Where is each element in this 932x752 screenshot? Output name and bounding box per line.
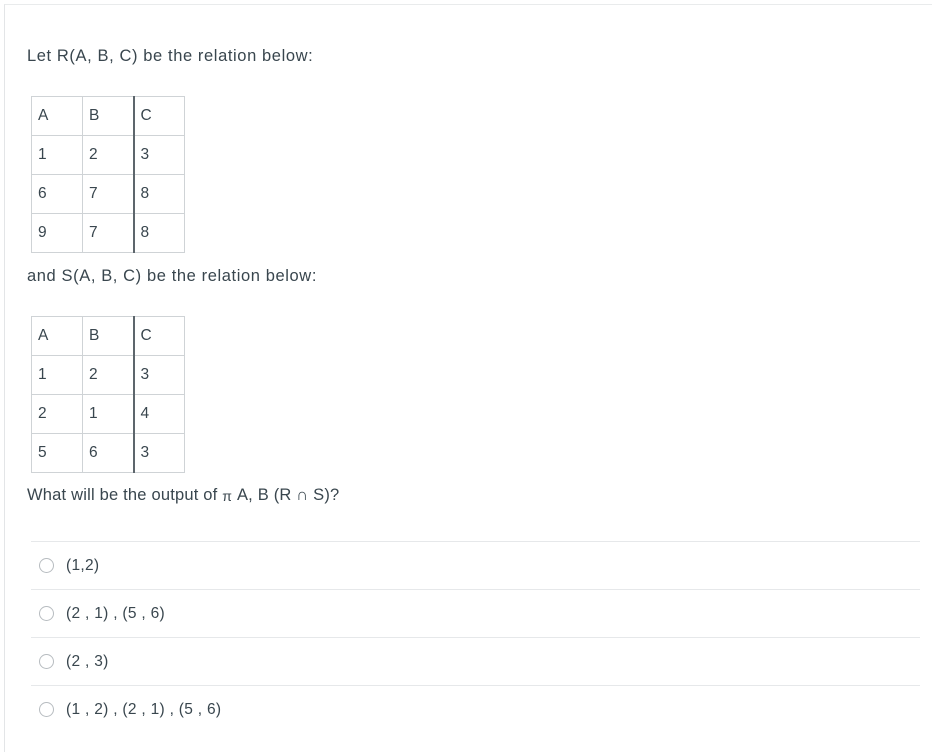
table-row: 2 1 4: [31, 394, 185, 434]
cell-b: 1: [82, 394, 134, 434]
cell-c: 8: [132, 174, 185, 214]
table-row: 5 6 3: [31, 433, 185, 473]
table-row-header: A B C: [31, 316, 185, 356]
cell-b: 6: [82, 433, 134, 473]
radio-button-icon[interactable]: [39, 558, 54, 573]
radio-button-icon[interactable]: [39, 654, 54, 669]
question-text: What will be the output of π A, B (R ∩ S…: [27, 486, 339, 505]
cell-c: 3: [132, 355, 185, 395]
table-header-c: C: [132, 96, 185, 136]
cell-a: 5: [31, 433, 83, 473]
question-page: Let R(A, B, C) be the relation below: A …: [4, 4, 932, 752]
question-prefix: What will be the output of: [27, 486, 218, 504]
pi-symbol: π: [222, 488, 233, 504]
cell-a: 1: [31, 355, 83, 395]
table-row: 1 2 3: [31, 355, 185, 395]
cell-c: 4: [132, 394, 185, 434]
question-suffix: A, B (R ∩ S)?: [236, 486, 340, 504]
table-header-a: A: [31, 316, 83, 356]
cell-c: 8: [132, 213, 185, 253]
table-row-header: A B C: [31, 96, 185, 136]
answer-option-label: (2 , 3): [66, 652, 109, 670]
cell-a: 9: [31, 213, 83, 253]
cell-a: 6: [31, 174, 83, 214]
radio-button-icon[interactable]: [39, 702, 54, 717]
answer-option-label: (1,2): [66, 556, 100, 574]
radio-button-icon[interactable]: [39, 606, 54, 621]
answer-option-4[interactable]: (1 , 2) , (2 , 1) , (5 , 6): [31, 685, 920, 733]
table-header-b: B: [82, 316, 134, 356]
answer-option-3[interactable]: (2 , 3): [31, 637, 920, 685]
cell-b: 2: [82, 355, 134, 395]
cell-c: 3: [132, 433, 185, 473]
cell-a: 1: [31, 135, 83, 175]
table-header-b: B: [82, 96, 134, 136]
cell-a: 2: [31, 394, 83, 434]
answer-option-label: (2 , 1) , (5 , 6): [66, 604, 165, 622]
prompt-relation-s: and S(A, B, C) be the relation below:: [27, 267, 318, 285]
table-row: 9 7 8: [31, 213, 185, 253]
table-header-a: A: [31, 96, 83, 136]
answer-option-label: (1 , 2) , (2 , 1) , (5 , 6): [66, 700, 222, 718]
answer-options-list: (1,2) (2 , 1) , (5 , 6) (2 , 3) (1 , 2) …: [31, 541, 920, 733]
cell-b: 7: [82, 213, 134, 253]
relation-table-r: A B C 1 2 3 6 7 8 9 7 8: [31, 96, 185, 253]
relation-table-s: A B C 1 2 3 2 1 4 5 6 3: [31, 316, 185, 473]
table-header-c: C: [132, 316, 185, 356]
prompt-relation-r: Let R(A, B, C) be the relation below:: [27, 47, 314, 65]
cell-b: 7: [82, 174, 134, 214]
answer-option-2[interactable]: (2 , 1) , (5 , 6): [31, 589, 920, 637]
cell-b: 2: [82, 135, 134, 175]
cell-c: 3: [132, 135, 185, 175]
table-row: 6 7 8: [31, 174, 185, 214]
table-row: 1 2 3: [31, 135, 185, 175]
answer-option-1[interactable]: (1,2): [31, 541, 920, 589]
